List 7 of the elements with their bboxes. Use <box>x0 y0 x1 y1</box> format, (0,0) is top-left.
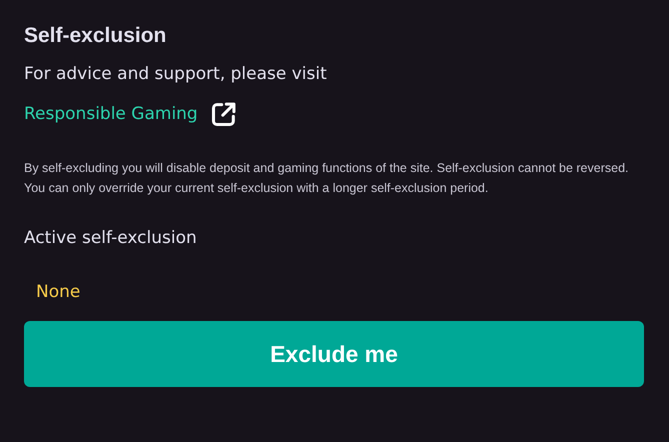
notice-text: By self-excluding you will disable deposit and gaming functions of the site. Self-exclusion cannot be reversed. You can only override your current self-exclusion with a longer self-exclusion period. <box>24 160 630 197</box>
external-link-icon[interactable] <box>210 100 238 128</box>
section-title: Self-exclusion <box>24 23 166 49</box>
active-exclusion-value: None <box>36 281 80 304</box>
responsible-gaming-link[interactable]: Responsible Gaming <box>24 102 198 126</box>
advice-text: For advice and support, please visit <box>24 63 327 86</box>
active-exclusion-label: Active self-exclusion <box>24 227 197 250</box>
